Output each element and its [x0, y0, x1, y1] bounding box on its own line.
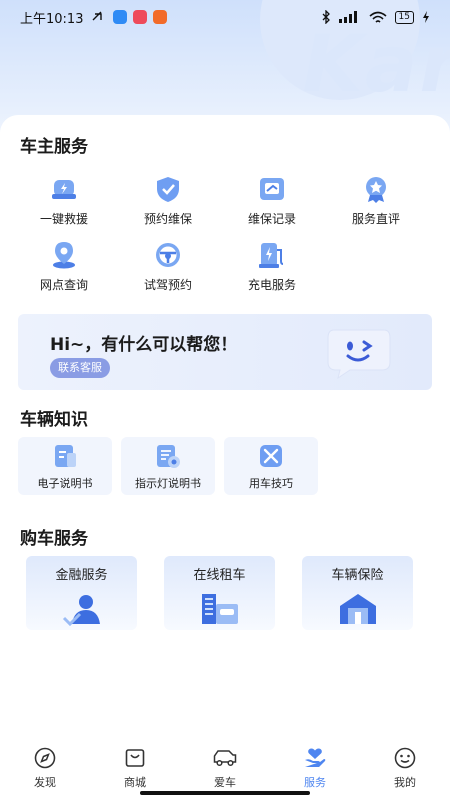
owner-services-grid: 一键救援 预约维保 维保记录 服务直评 网点查询 试驾预约 充电服务: [12, 170, 438, 302]
purchase-label: 车辆保险: [331, 568, 384, 583]
tab-label: 发现: [34, 776, 56, 789]
service-maintenance-booking[interactable]: 预约维保: [116, 170, 220, 236]
status-app-icons: [91, 10, 168, 24]
steering-wheel-icon: [156, 243, 180, 267]
service-location[interactable]: 网点查询: [12, 236, 116, 302]
signal-icon: [338, 11, 357, 23]
purchase-rental[interactable]: 在线租车: [164, 556, 275, 630]
blue-app-icon: [113, 10, 128, 24]
purchase-finance[interactable]: 金融服务: [26, 556, 137, 630]
purchase-label: 在线租车: [193, 568, 246, 583]
shopping-bag-icon: [125, 749, 145, 767]
knowledge-label: 用车技巧: [249, 477, 293, 490]
vehicle-knowledge-title: 车辆知识: [20, 410, 88, 430]
knowledge-label: 电子说明书: [37, 477, 93, 490]
service-charging[interactable]: 充电服务: [220, 236, 324, 302]
manual-icon: [55, 445, 76, 467]
tab-label: 我的: [394, 776, 416, 789]
knowledge-driving-tips[interactable]: 用车技巧: [224, 437, 318, 495]
service-label: 充电服务: [247, 278, 296, 292]
purchase-services-title: 购车服务: [20, 529, 88, 549]
red-app-icon: [133, 10, 148, 24]
help-banner-text: Hi~，有什么可以帮您！: [50, 335, 238, 355]
tab-profile[interactable]: 我的: [360, 740, 450, 790]
service-maintenance-record[interactable]: 维保记录: [220, 170, 324, 236]
knowledge-label: 指示灯说明书: [135, 477, 201, 490]
bottom-tab-bar: 发现 商城 爱车 服务 我的: [0, 740, 450, 790]
mute-icon: [92, 11, 103, 21]
service-label: 服务直评: [351, 212, 400, 226]
indicator-manual-icon: [157, 445, 180, 468]
insurance-icon: [340, 594, 376, 624]
service-label: 网点查询: [39, 278, 88, 292]
owner-services-title: 车主服务: [20, 137, 88, 157]
knowledge-e-manual[interactable]: 电子说明书: [18, 437, 112, 495]
finance-icon: [62, 595, 100, 626]
shield-check-icon: [157, 177, 179, 202]
service-label: 预约维保: [143, 212, 192, 226]
service-test-drive[interactable]: 试驾预约: [116, 236, 220, 302]
smile-icon: [394, 747, 416, 769]
home-indicator[interactable]: [140, 791, 310, 795]
record-icon: [260, 178, 284, 200]
purchase-services-row: 金融服务 在线租车 车辆保险: [26, 556, 413, 630]
service-label: 试驾预约: [143, 278, 192, 292]
rental-icon: [202, 594, 238, 624]
heart-hand-icon: [305, 748, 326, 767]
wifi-icon: [369, 11, 387, 23]
service-label: 一键救援: [39, 212, 88, 226]
tab-label: 爱车: [214, 776, 236, 789]
status-bar: 上午10:13 15: [0, 0, 450, 34]
tools-icon: [260, 445, 282, 467]
bluetooth-icon: [322, 10, 330, 24]
contact-service-button[interactable]: 联系客服: [50, 358, 110, 378]
wink-mascot-icon: [327, 329, 391, 380]
compass-icon: [34, 747, 56, 769]
charging-bolt-icon: [423, 11, 429, 23]
rescue-icon: [52, 180, 76, 199]
tab-service[interactable]: 服务: [270, 740, 360, 790]
battery-indicator: 15: [394, 10, 414, 24]
tab-my-car[interactable]: 爱车: [180, 740, 270, 790]
car-icon: [213, 750, 237, 767]
service-rescue[interactable]: 一键救援: [12, 170, 116, 236]
badge-icon: [366, 177, 386, 203]
service-label: 维保记录: [247, 212, 296, 226]
tab-mall[interactable]: 商城: [90, 740, 180, 790]
purchase-insurance[interactable]: 车辆保险: [302, 556, 413, 630]
knowledge-indicator-manual[interactable]: 指示灯说明书: [121, 437, 215, 495]
purchase-label: 金融服务: [55, 568, 108, 583]
service-review[interactable]: 服务直评: [324, 170, 428, 236]
location-icon: [53, 242, 75, 269]
status-right: 15: [321, 10, 430, 24]
status-time: 上午10:13: [20, 11, 84, 27]
tab-discover[interactable]: 发现: [0, 740, 90, 790]
orange-app-icon: [153, 10, 168, 24]
tab-label: 服务: [304, 776, 326, 789]
help-banner[interactable]: Hi~，有什么可以帮您！ 联系客服: [18, 314, 432, 390]
vehicle-knowledge-row: 电子说明书 指示灯说明书 用车技巧: [18, 437, 318, 495]
tab-label: 商城: [124, 776, 146, 789]
charging-icon: [259, 243, 284, 268]
